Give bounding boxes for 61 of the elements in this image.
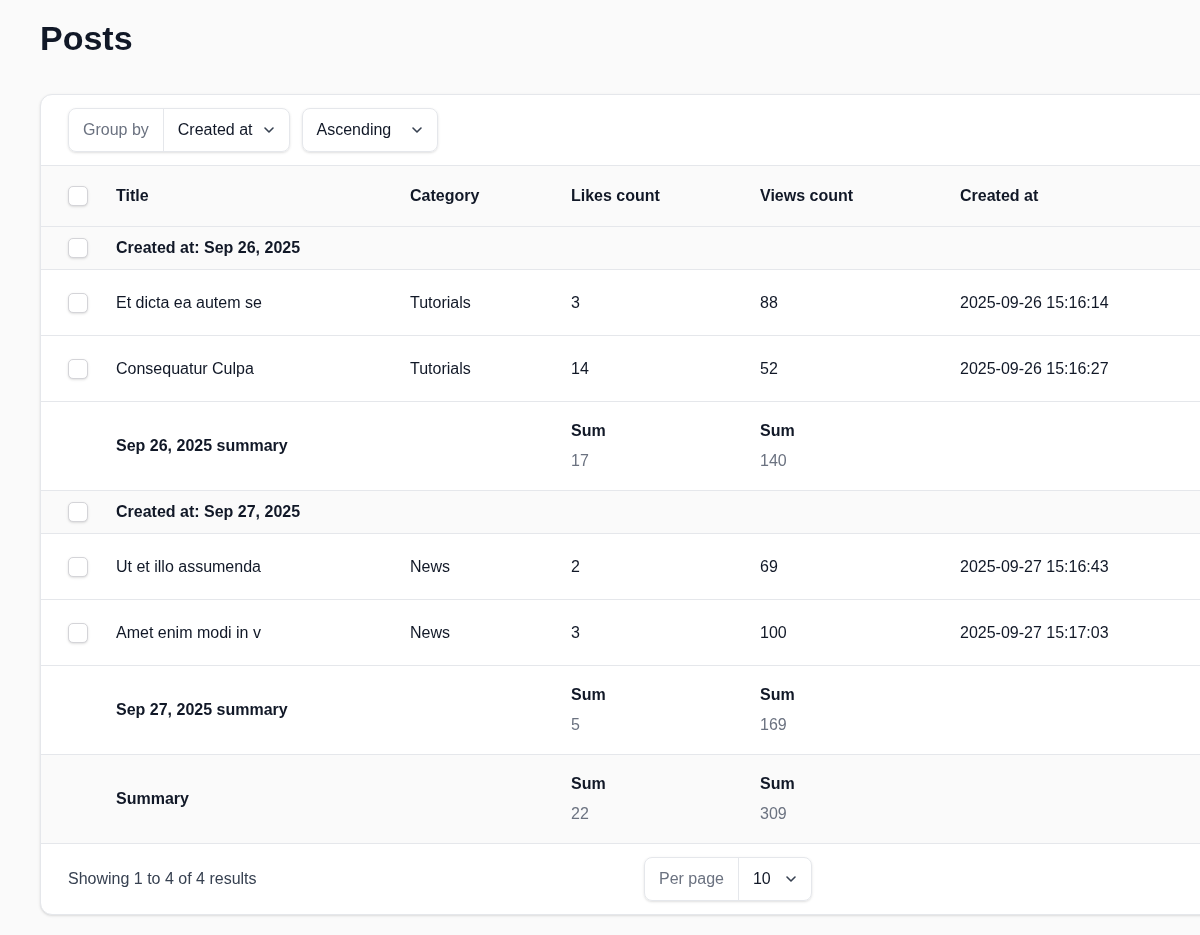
per-page-value: 10 <box>752 869 771 889</box>
table-cell: 3 <box>571 623 580 641</box>
table-cell: 69 <box>760 557 778 575</box>
summary-label: Sum <box>760 774 796 794</box>
summary-value: 5 <box>571 715 581 735</box>
summary-value: 22 <box>571 804 590 824</box>
column-header[interactable]: Likes count <box>571 187 660 204</box>
per-page-label: Per page <box>645 858 739 900</box>
table-cell: 52 <box>760 359 778 377</box>
checkbox[interactable] <box>68 622 88 643</box>
table-cell: 2025-09-27 15:16:43 <box>960 557 1109 575</box>
summary-value: 309 <box>760 804 788 824</box>
table-cell: 2025-09-27 15:17:03 <box>960 623 1109 641</box>
group-heading: Created at: Sep 26, 2025 <box>116 238 301 258</box>
group-by-value: Created at <box>177 120 253 140</box>
chevron-down-icon <box>262 126 275 134</box>
column-header[interactable]: Views count <box>760 187 854 204</box>
pagination-summary: Showing 1 to 4 of 4 results <box>68 869 258 889</box>
table-cell: News <box>410 557 450 575</box>
summary-title: Sep 26, 2025 summary <box>116 437 288 454</box>
summary-label: Sum <box>571 774 607 794</box>
table-cell: 100 <box>760 623 787 641</box>
table-cell: Ut et illo assumenda <box>116 557 261 575</box>
summary-value: 140 <box>760 451 788 471</box>
table-cell: 14 <box>571 359 589 377</box>
summary-label: Sum <box>571 421 607 441</box>
chevron-down-icon <box>411 126 424 134</box>
table-cell: Et dicta ea autem se <box>116 293 262 311</box>
checkbox[interactable] <box>68 238 88 258</box>
checkbox[interactable] <box>68 358 88 379</box>
table-cell: 2 <box>571 557 580 575</box>
column-header[interactable]: Created at <box>960 187 1039 204</box>
checkbox[interactable] <box>68 502 88 522</box>
page-title: Posts <box>40 18 133 59</box>
summary-label: Sum <box>571 685 607 705</box>
column-header[interactable]: Category <box>410 187 480 204</box>
table-cell: Amet enim modi in v <box>116 623 261 641</box>
summary-value: 169 <box>760 715 788 735</box>
checkbox[interactable] <box>68 292 88 313</box>
group-heading: Created at: Sep 27, 2025 <box>116 502 301 522</box>
table-cell: 2025-09-26 15:16:27 <box>960 359 1109 377</box>
summary-label: Sum <box>760 421 796 441</box>
checkbox[interactable] <box>68 556 88 577</box>
table-cell: 2025-09-26 15:16:14 <box>960 293 1109 311</box>
table-cell: 3 <box>571 293 580 311</box>
table-cell: 88 <box>760 293 778 311</box>
table-cell: Tutorials <box>410 293 471 311</box>
per-page-select[interactable]: Per page 10 <box>644 857 812 901</box>
checkbox[interactable] <box>68 186 88 206</box>
chevron-down-icon <box>784 875 797 883</box>
summary-value: 17 <box>571 451 590 471</box>
direction-select[interactable]: Ascending <box>301 108 439 152</box>
group-by-label: Group by <box>69 109 164 151</box>
table-cell: News <box>410 623 450 641</box>
group-by-select[interactable]: Group by Created at <box>68 108 290 152</box>
table-cell: Consequatur Culpa <box>116 359 254 377</box>
summary-label: Sum <box>760 685 796 705</box>
summary-title: Sep 27, 2025 summary <box>116 701 288 718</box>
summary-title: Summary <box>116 790 189 807</box>
table-cell: Tutorials <box>410 359 471 377</box>
column-header[interactable]: Title <box>116 187 149 204</box>
